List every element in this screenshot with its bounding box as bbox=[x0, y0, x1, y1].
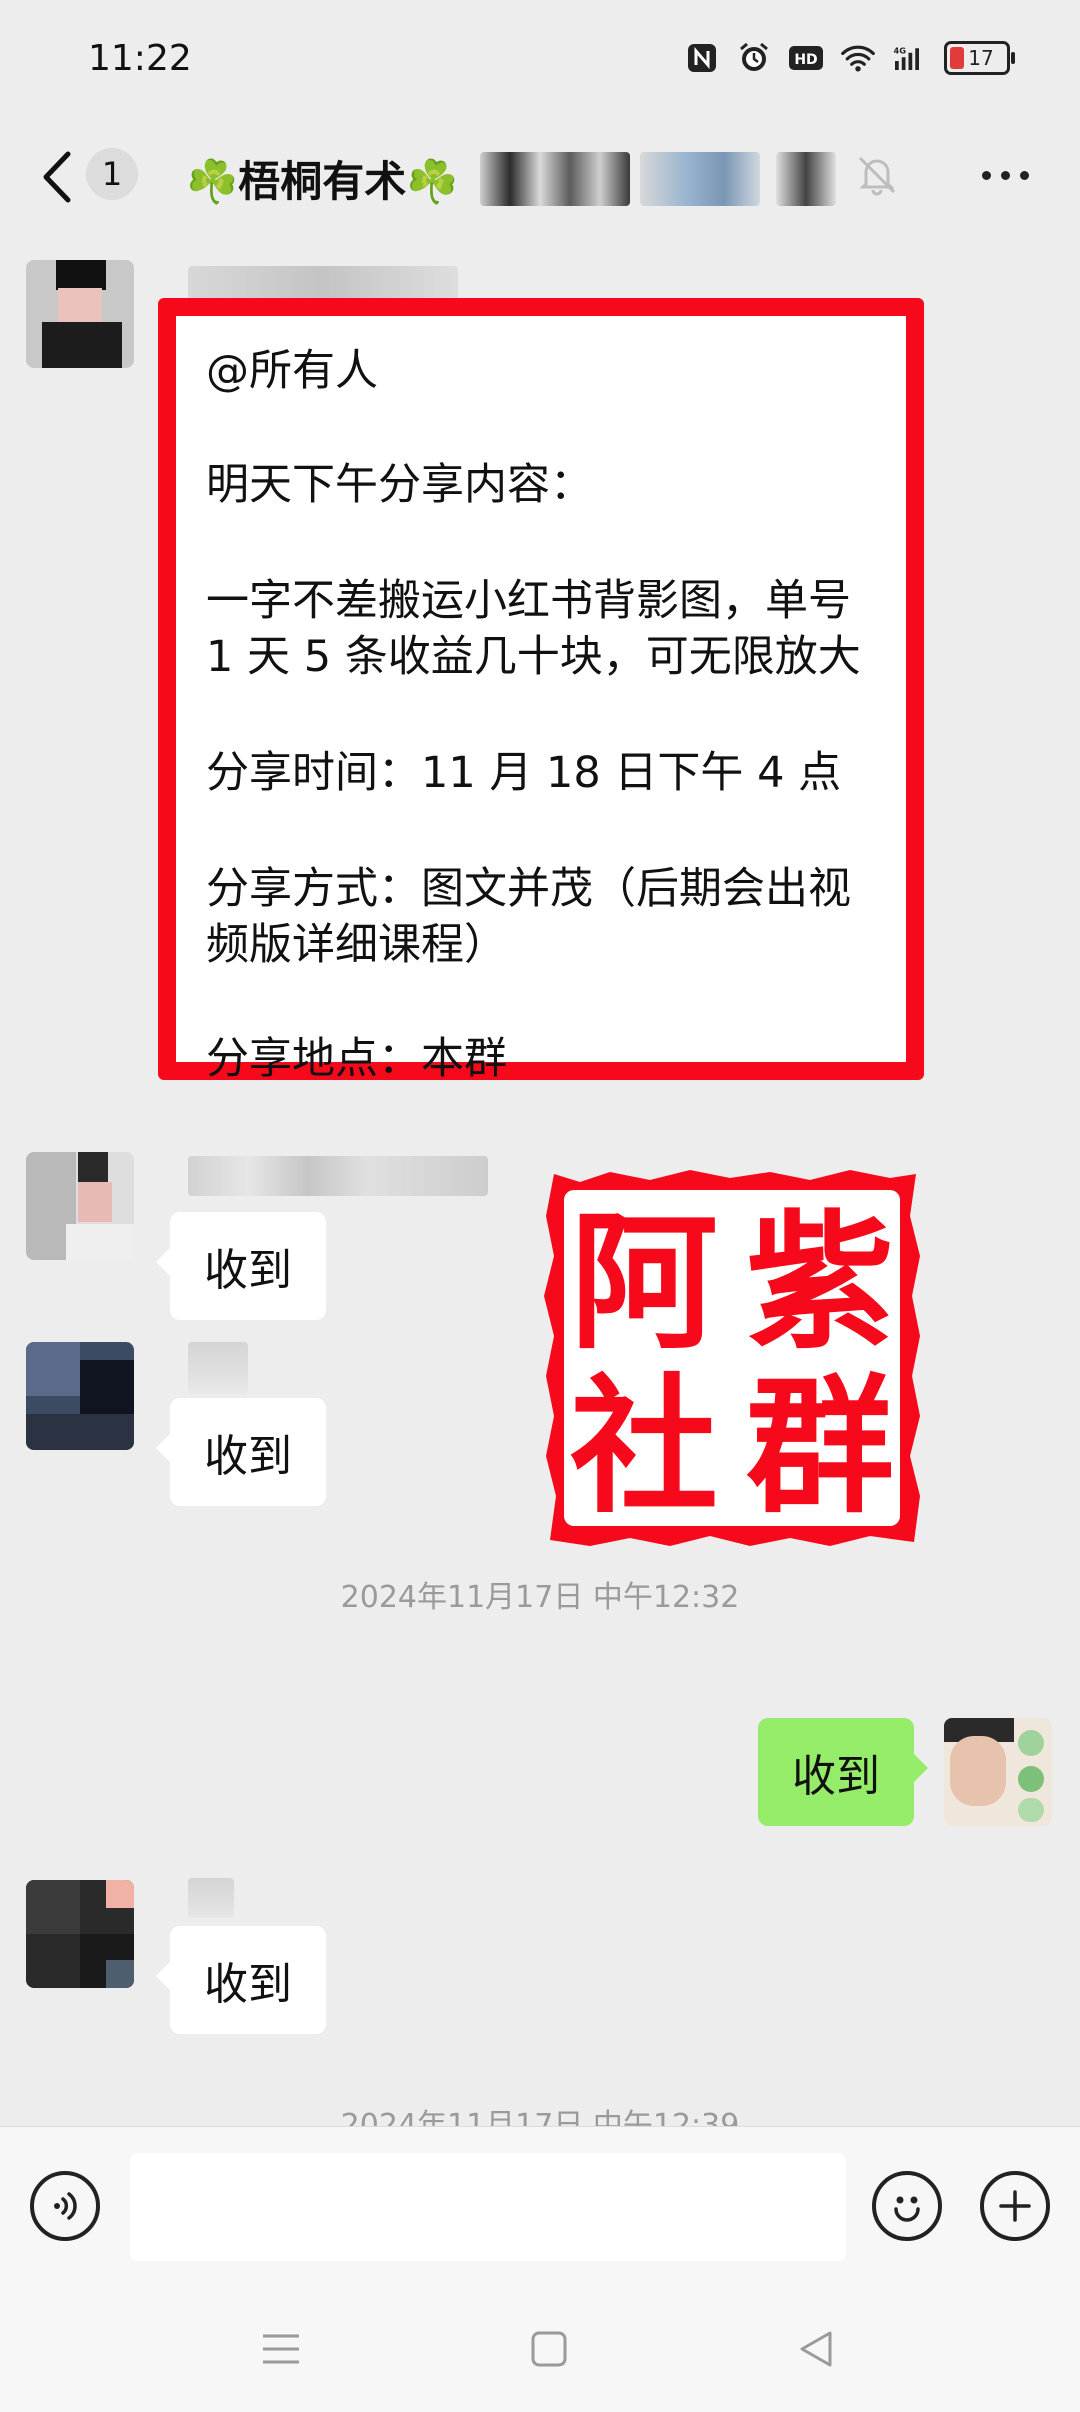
announcement-line: 分享时间：11 月 18 日下午 4 点 bbox=[206, 748, 842, 798]
sender-name-redacted bbox=[188, 1156, 488, 1196]
sender-name-redacted bbox=[188, 1342, 248, 1394]
seal-char: 群 bbox=[746, 1361, 894, 1533]
redacted-title bbox=[640, 152, 760, 206]
mute-bell-icon bbox=[858, 156, 896, 196]
redacted-title bbox=[776, 152, 836, 206]
avatar[interactable] bbox=[26, 260, 134, 368]
announcement-line: 一字不差搬运小红书背影图，单号 bbox=[206, 576, 851, 626]
announcement-line: 分享方式：图文并茂（后期会出视 bbox=[206, 864, 851, 914]
more-actions-button[interactable] bbox=[980, 2171, 1050, 2241]
seal-char: 紫 bbox=[746, 1197, 894, 1369]
emoji-button[interactable] bbox=[872, 2171, 942, 2241]
voice-icon bbox=[54, 2192, 77, 2220]
chat-title[interactable]: ☘️梧桐有术☘️ bbox=[186, 148, 459, 209]
announcement-message[interactable]: @所有人 明天下午分享内容： 一字不差搬运小红书背影图，单号 1 天 5 条收益… bbox=[158, 298, 924, 1084]
message-timestamp: 2024年11月17日 中午12:32 bbox=[340, 1580, 740, 1615]
svg-text:4G: 4G bbox=[894, 46, 907, 56]
chat-messages[interactable]: @所有人 明天下午分享内容： 一字不差搬运小红书背影图，单号 1 天 5 条收益… bbox=[0, 238, 1080, 2126]
my-avatar[interactable] bbox=[944, 1718, 1052, 1826]
back-arrow-icon bbox=[43, 151, 71, 203]
message-input[interactable] bbox=[130, 2153, 846, 2261]
announcement-line: 分享地点：本群 bbox=[206, 1034, 507, 1084]
menu-icon bbox=[263, 2334, 299, 2364]
input-bar bbox=[0, 2126, 1080, 2287]
avatar[interactable] bbox=[26, 1342, 134, 1450]
4g-signal-icon: 4G bbox=[892, 40, 928, 76]
hd-icon: HD bbox=[788, 40, 824, 76]
plus-icon bbox=[999, 2190, 1031, 2222]
battery-icon: 17 bbox=[944, 41, 1015, 75]
more-button[interactable] bbox=[970, 150, 1040, 200]
seal-char: 社 bbox=[570, 1361, 718, 1533]
message-bubble[interactable]: 收到 bbox=[156, 1398, 326, 1506]
status-time: 11:22 bbox=[88, 38, 192, 79]
announcement-line: 明天下午分享内容： bbox=[206, 460, 593, 510]
announcement-line: 1 天 5 条收益几十块，可无限放大 bbox=[206, 632, 861, 682]
home-square-icon bbox=[531, 2331, 567, 2367]
redacted-title bbox=[480, 152, 630, 206]
back-triangle-icon bbox=[800, 2331, 832, 2367]
menu-nav-button[interactable] bbox=[256, 2324, 306, 2374]
seal-sticker[interactable]: 阿 紫 社 群 bbox=[540, 1166, 924, 1550]
emoji-icon bbox=[894, 2196, 920, 2222]
chat-header: 1 ☘️梧桐有术☘️ bbox=[0, 120, 1080, 238]
message-timestamp: 2024年11月17日 中午12:39 bbox=[340, 2108, 740, 2126]
more-icon bbox=[981, 170, 1029, 180]
alarm-icon bbox=[736, 40, 772, 76]
home-nav-button[interactable] bbox=[524, 2324, 574, 2374]
nfc-icon bbox=[684, 40, 720, 76]
avatar[interactable] bbox=[26, 1880, 134, 1988]
my-message-bubble[interactable]: 收到 bbox=[758, 1718, 928, 1826]
seal-char: 阿 bbox=[570, 1197, 718, 1369]
voice-button[interactable] bbox=[30, 2171, 100, 2241]
avatar[interactable] bbox=[26, 1152, 134, 1260]
svg-text:HD: HD bbox=[794, 52, 817, 68]
message-bubble[interactable]: 收到 bbox=[156, 1212, 326, 1320]
status-bar: 11:22 HD 4G 17 bbox=[0, 0, 1080, 120]
system-nav-bar bbox=[0, 2286, 1080, 2412]
unread-count-badge[interactable]: 1 bbox=[86, 148, 138, 200]
status-icons: HD 4G 17 bbox=[684, 40, 1015, 76]
message-bubble[interactable]: 收到 bbox=[156, 1926, 326, 2034]
wifi-icon bbox=[840, 40, 876, 76]
sender-name-redacted bbox=[188, 1878, 234, 1918]
announcement-line: 频版详细课程） bbox=[206, 920, 507, 970]
battery-level: 17 bbox=[968, 46, 994, 70]
announcement-line: @所有人 bbox=[206, 346, 378, 396]
back-nav-button[interactable] bbox=[790, 2324, 840, 2374]
